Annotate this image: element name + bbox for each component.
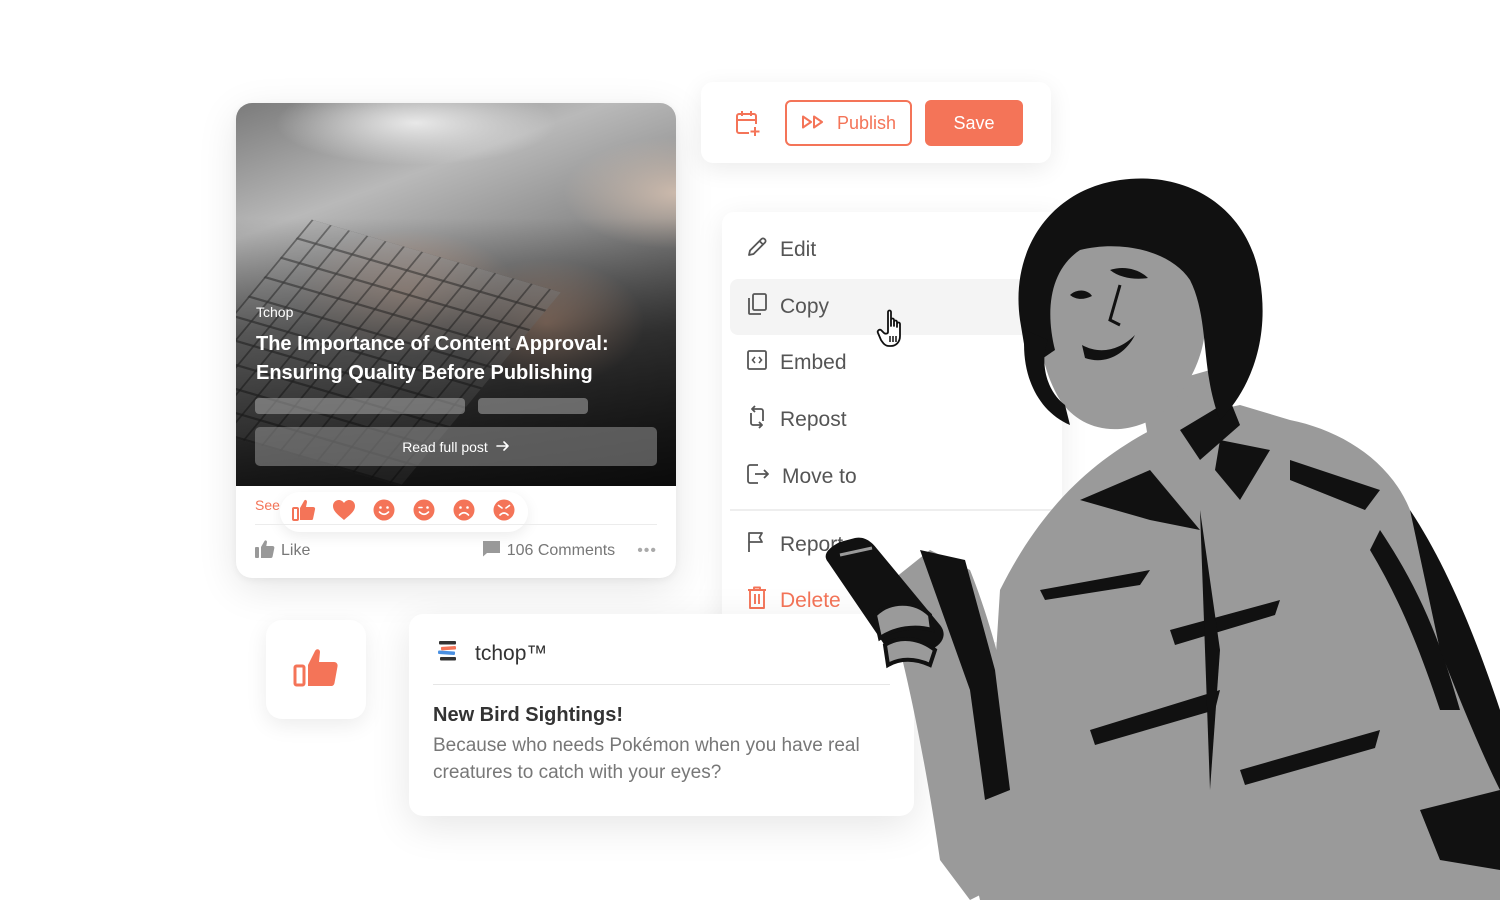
reaction-smile[interactable] (364, 492, 404, 532)
schedule-button[interactable] (735, 109, 761, 137)
repost-icon (746, 405, 768, 435)
reaction-wink[interactable] (404, 492, 444, 532)
save-button[interactable]: Save (925, 100, 1023, 146)
calendar-plus-icon (735, 111, 761, 141)
more-options-button[interactable]: ••• (637, 542, 657, 560)
arrow-right-icon (495, 439, 510, 455)
meta-placeholder-author (255, 398, 465, 414)
trash-icon (746, 586, 768, 616)
post-title[interactable]: The Importance of Content Approval: Ensu… (256, 330, 656, 388)
comment-icon (482, 540, 501, 562)
woman-with-phone-illustration (820, 170, 1500, 900)
tchop-logo-icon (437, 640, 459, 667)
meta-placeholder-date (478, 398, 588, 414)
notification-app-name: tchop™ (475, 641, 548, 665)
post-card: Tchop The Importance of Content Approval… (236, 103, 676, 578)
copy-icon (746, 292, 768, 322)
notification-title: New Bird Sightings! (433, 704, 623, 726)
reaction-heart[interactable] (324, 492, 364, 532)
like-reaction-tile[interactable] (266, 620, 366, 719)
heart-icon (332, 499, 356, 526)
move-to-icon (746, 463, 770, 491)
comments-button[interactable]: 106 Comments (482, 540, 616, 562)
read-full-post-label: Read full post (402, 438, 488, 455)
angry-icon (493, 499, 515, 526)
thumbs-up-icon (292, 499, 316, 526)
fast-forward-icon (801, 113, 825, 134)
read-full-post-button[interactable]: Read full post (255, 427, 657, 466)
smile-icon (373, 499, 395, 526)
post-hero-image[interactable]: Tchop The Importance of Content Approval… (236, 103, 676, 486)
publish-button[interactable]: Publish (785, 100, 912, 146)
flag-icon (746, 531, 768, 559)
reaction-picker (280, 492, 528, 532)
comments-count: 106 Comments (506, 542, 616, 559)
menu-item-label: Edit (780, 238, 817, 261)
wink-icon (413, 499, 435, 526)
post-source: Tchop (256, 304, 294, 320)
pencil-icon (746, 236, 768, 264)
like-label: Like (281, 542, 311, 559)
like-button[interactable]: Like (255, 539, 311, 563)
reaction-sad[interactable] (444, 492, 484, 532)
reaction-thumbs-up[interactable] (284, 492, 324, 532)
notification-header: tchop™ (437, 640, 547, 667)
publish-label: Publish (836, 112, 897, 133)
thumbs-up-icon (255, 539, 275, 563)
see-more-link[interactable]: See (255, 497, 280, 513)
sad-icon (453, 499, 475, 526)
reaction-angry[interactable] (484, 492, 524, 532)
thumbs-up-icon (293, 647, 339, 692)
embed-code-icon (746, 349, 768, 377)
editor-toolbar: Publish Save (701, 82, 1051, 163)
card-divider (255, 524, 657, 525)
post-actions: Like 106 Comments ••• (255, 539, 657, 563)
